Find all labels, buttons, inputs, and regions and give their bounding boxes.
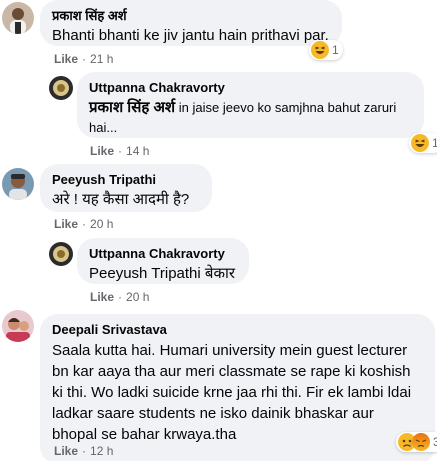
comment-meta: Like · 20 h	[54, 217, 114, 231]
comment-bubble: Uttpanna Chakravorty Peeyush Tripathi बे…	[77, 238, 249, 284]
timestamp[interactable]: 21 h	[90, 52, 113, 66]
comment-bubble: Uttpanna Chakravorty प्रकाश सिंह अर्श in…	[77, 72, 424, 138]
haha-emoji-icon	[411, 134, 429, 152]
like-link[interactable]: Like	[90, 144, 114, 158]
reaction-summary[interactable]: 3	[396, 432, 437, 452]
comment-meta: Like · 21 h	[54, 52, 114, 66]
mention-link[interactable]: प्रकाश सिंह अर्श	[89, 99, 175, 116]
comment-author[interactable]: Uttpanna Chakravorty	[89, 80, 412, 96]
reaction-summary[interactable]: 1	[309, 40, 343, 60]
avatar[interactable]	[2, 310, 34, 342]
comment-author[interactable]: Deepali Srivastava	[52, 322, 423, 338]
like-link[interactable]: Like	[54, 217, 78, 231]
avatar[interactable]	[49, 76, 73, 100]
reaction-count: 1	[432, 136, 437, 150]
comment-text: Bhanti bhanti ke jiv jantu hain prithavi…	[52, 27, 329, 44]
haha-emoji-icon	[311, 41, 329, 59]
avatar[interactable]	[2, 2, 34, 34]
comment-author[interactable]: Uttpanna Chakravorty	[89, 246, 237, 262]
comment-bubble: Deepali Srivastava Saala kutta hai. Huma…	[40, 314, 435, 461]
comment-bubble: Peeyush Tripathi अरे ! यह कैसा आदमी है?	[40, 164, 212, 212]
comment-bubble: प्रकाश सिंह अर्श Bhanti bhanti ke jiv ja…	[40, 0, 342, 46]
like-link[interactable]: Like	[54, 52, 78, 66]
timestamp[interactable]: 14 h	[126, 144, 149, 158]
timestamp[interactable]: 20 h	[90, 217, 113, 231]
reaction-summary[interactable]: 1	[409, 133, 437, 153]
timestamp[interactable]: 12 h	[90, 444, 113, 458]
comment-author[interactable]: प्रकाश सिंह अर्श	[52, 8, 330, 24]
mention-link[interactable]: Peeyush Tripathi	[89, 265, 201, 282]
comment-text: Saala kutta hai. Humari university mein …	[52, 342, 412, 443]
comment-text: बेकार	[204, 265, 236, 282]
comment-text: अरे ! यह कैसा आदमी है?	[52, 191, 190, 208]
like-link[interactable]: Like	[90, 290, 114, 304]
avatar[interactable]	[2, 168, 34, 200]
comment-meta: Like · 20 h	[90, 290, 150, 304]
reaction-count: 1	[332, 43, 339, 57]
comment-meta: Like · 14 h	[90, 144, 150, 158]
like-link[interactable]: Like	[54, 444, 78, 458]
comment-meta: Like · 12 h	[54, 444, 114, 458]
timestamp[interactable]: 20 h	[126, 290, 149, 304]
reaction-count: 3	[433, 435, 437, 449]
comment-author[interactable]: Peeyush Tripathi	[52, 172, 200, 188]
angry-emoji-icon	[412, 433, 430, 451]
avatar[interactable]	[49, 242, 73, 266]
